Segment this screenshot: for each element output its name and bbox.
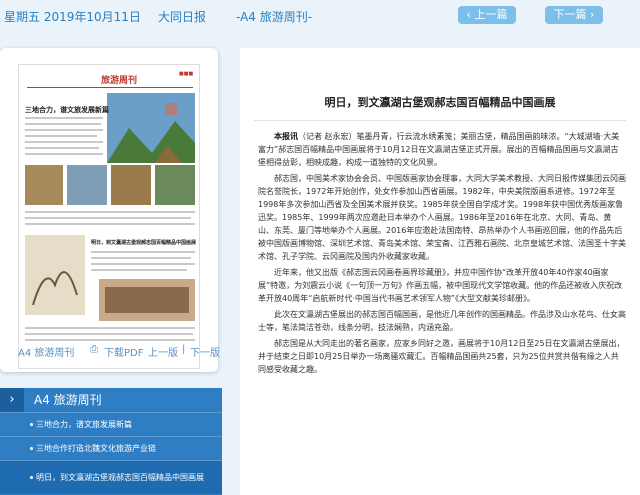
sidebar-header[interactable]: › A4 旅游周刊	[0, 388, 222, 412]
pdf-icon: ⎙	[90, 344, 98, 355]
sidebar-item-article-3[interactable]: 明日，到文瀛湖古堡观郝志国百幅精品中国画展	[0, 460, 222, 494]
newspaper-page-thumbnail[interactable]: 旅游周刊 ■■■ 三地合力，谱文旅发展新篇 明日，到文瀛湖古堡观郝志国百幅精品中…	[18, 64, 200, 369]
exhibition-photo	[99, 279, 195, 321]
prev-page-link[interactable]: 上一版	[148, 344, 178, 359]
download-pdf-link[interactable]: 下载PDF	[104, 344, 143, 359]
page-name: -A4 旅游周刊-	[236, 10, 313, 24]
chevron-right-icon: ›	[586, 8, 595, 21]
preview-headline-mid: 明日，到文瀛湖古堡观郝志国百幅精品中国画展	[91, 240, 197, 246]
paper-name: 大同日报	[158, 10, 207, 24]
preview-headline-top: 三地合力，谱文旅发展新篇	[25, 106, 109, 114]
title-divider	[254, 120, 626, 121]
next-page-link[interactable]: 下一版	[190, 344, 220, 359]
page-link[interactable]: A4 旅游周刊	[18, 344, 74, 359]
article-body: 本报讯（记者 赵永宏）笔墨丹青，行云流水绣素笺；美丽古堡，精品国画韵味浓。“大城…	[258, 130, 626, 379]
sidebar-article-list: 三地合力，谱文旅发展新篇 三地合作打造北魏文化旅游产业链 明日，到文瀛湖古堡观郝…	[0, 412, 222, 495]
top-bar: 星期五 2019年10月11日 大同日报 -A4 旅游周刊- ‹ 上一篇 下一篇…	[0, 0, 640, 32]
article-title: 明日，到文瀛湖古堡观郝志国百幅精品中国画展	[324, 96, 556, 109]
article-paragraph: 此次在文瀛湖古堡展出的郝志国百幅国画，是他近几年创作的国画精品。作品涉及山水花鸟…	[258, 310, 626, 332]
next-article-button[interactable]: 下一篇 ›	[545, 6, 603, 24]
article-paragraph: 郝志国，中国美术家协会会员、中国版画家协会理事，大同大学美术教授、大同日报传媒集…	[258, 174, 626, 261]
footer-separator: |	[182, 344, 186, 355]
page-preview-card: 旅游周刊 ■■■ 三地合力，谱文旅发展新篇 明日，到文瀛湖古堡观郝志国百幅精品中…	[0, 48, 220, 372]
issue-date: 星期五 2019年10月11日	[4, 10, 141, 24]
article-paragraph: 郝志国是从大同走出的著名画家，应家乡同好之邀，画展将于10月12日至25日在文瀛…	[258, 339, 625, 374]
article-lead: 本报讯（记者 赵永宏）笔墨丹青，行云流水绣素笺；美丽古堡，精品国画韵味浓。“大城…	[258, 132, 620, 167]
chevron-right-icon: ›	[0, 388, 24, 412]
sidebar-item-article-2[interactable]: 三地合作打造北魏文化旅游产业链	[0, 436, 222, 460]
article-photos-strip	[25, 165, 195, 205]
sidebar-item-article-1[interactable]: 三地合力，谱文旅发展新篇	[0, 412, 222, 436]
painting-image	[25, 235, 85, 315]
bullet-icon	[30, 475, 33, 479]
article-panel: 明日，到文瀛湖古堡观郝志国百幅精品中国画展 本报讯（记者 赵永宏）笔墨丹青，行云…	[240, 48, 640, 495]
banner-landscape-image	[107, 93, 195, 163]
masthead-logo: ■■■	[179, 71, 194, 77]
bullet-icon	[30, 446, 33, 450]
prev-article-button[interactable]: ‹ 上一篇	[458, 6, 516, 24]
lead-label: 本报讯	[274, 132, 298, 141]
masthead-title: 旅游周刊	[101, 76, 138, 86]
sidebar-title: A4 旅游周刊	[34, 393, 102, 407]
bullet-icon	[30, 422, 33, 426]
article-paragraph: 近年来，他又出版《郝志国云冈画卷画界珍藏册》，并应中国作协“改革开放40年40作…	[258, 268, 623, 303]
